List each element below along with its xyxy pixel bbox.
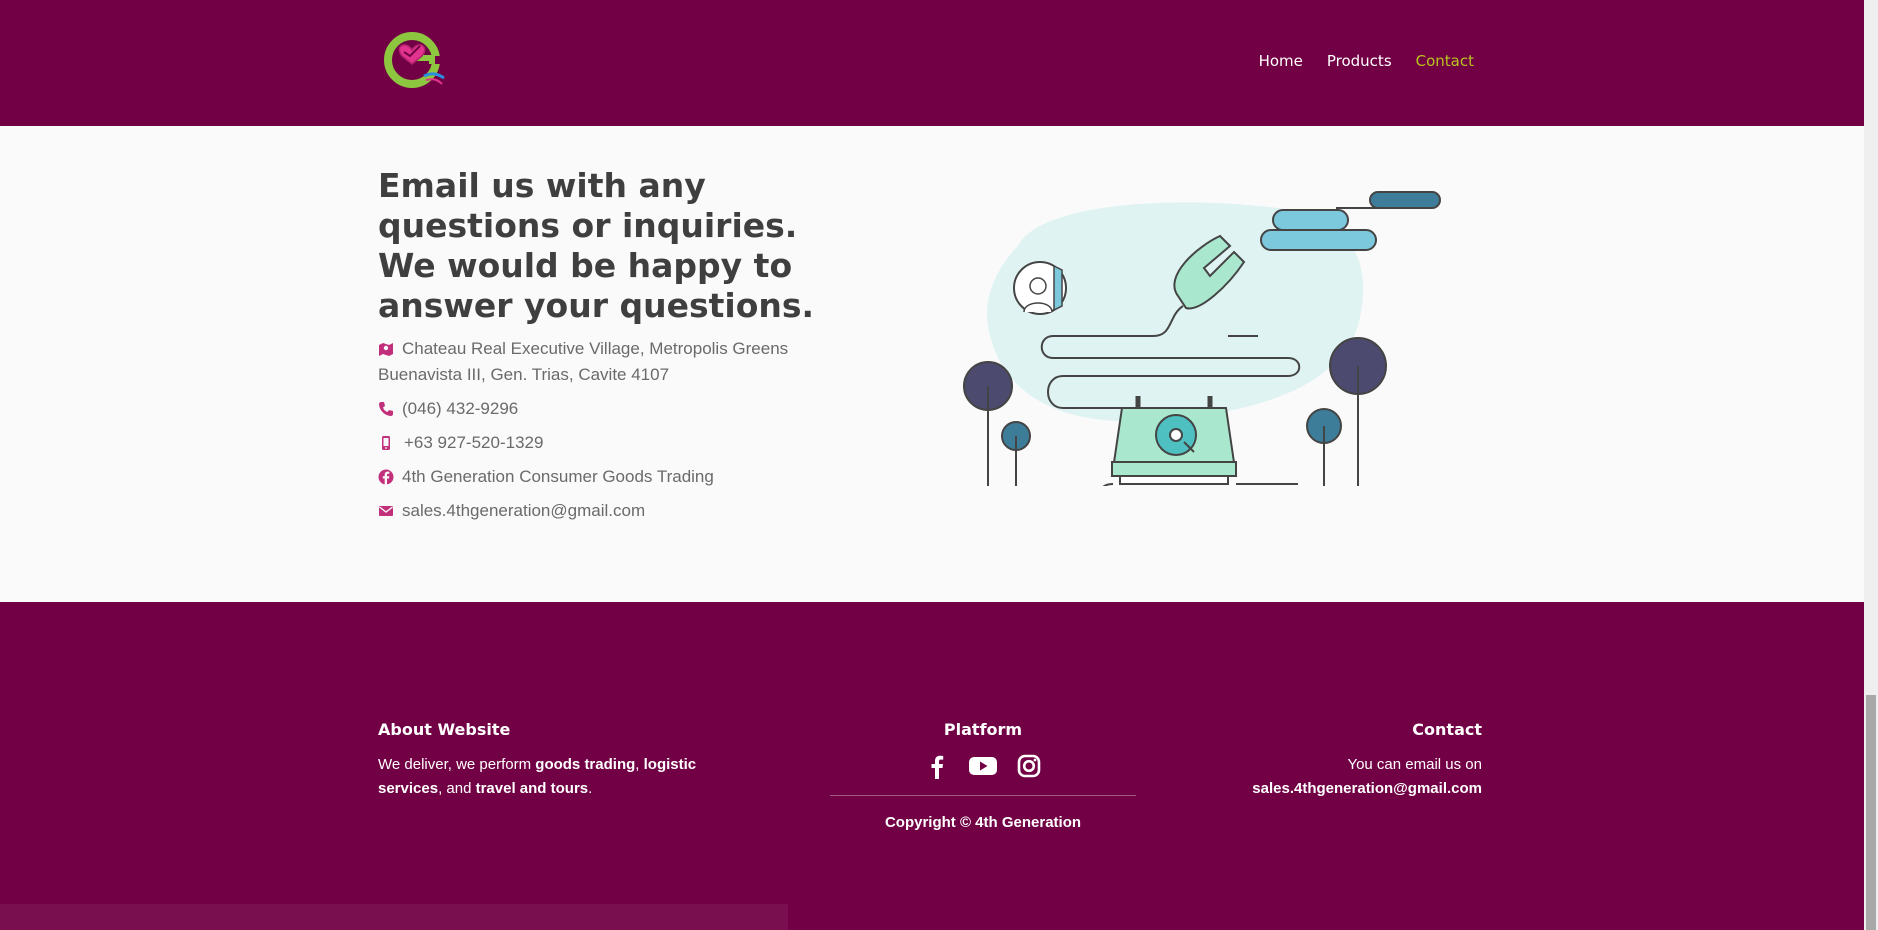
scrollbar-thumb[interactable] xyxy=(1866,695,1876,930)
main-nav: Home Products Contact xyxy=(1259,52,1474,70)
address-line-2: Buenavista III, Gen. Trias, Cavite 4107 xyxy=(378,365,670,384)
nav-products-link[interactable]: Products xyxy=(1327,52,1392,70)
envelope-icon xyxy=(379,506,393,516)
phone-illustration xyxy=(963,191,1441,486)
footer-platform: Platform Copyright © 4th Generation xyxy=(830,720,1136,831)
email-text[interactable]: sales.4thgeneration@gmail.com xyxy=(402,498,645,524)
email-item: sales.4thgeneration@gmail.com xyxy=(378,498,645,524)
social-links xyxy=(830,753,1136,779)
youtube-icon[interactable] xyxy=(968,753,998,779)
footer-divider xyxy=(830,795,1136,796)
mobile-icon xyxy=(382,436,390,450)
instagram-icon[interactable] xyxy=(1016,753,1042,779)
facebook-icon xyxy=(378,469,394,485)
footer-about-text: We deliver, we perform goods trading, lo… xyxy=(378,756,697,797)
phone-icon xyxy=(379,402,393,416)
contact-heading: Email us with any questions or inquiries… xyxy=(378,166,815,325)
page-scrollbar[interactable] xyxy=(1864,0,1878,930)
footer-about-title: About Website xyxy=(378,720,511,739)
phone-text[interactable]: (046) 432-9296 xyxy=(402,396,518,422)
mobile-item: +63 927-520-1329 xyxy=(378,430,543,456)
address-item: Chateau Real Executive Village, Metropol… xyxy=(378,336,788,388)
address-line-1: Chateau Real Executive Village, Metropol… xyxy=(402,339,789,358)
contact-section: Email us with any questions or inquiries… xyxy=(0,126,1864,602)
facebook-icon[interactable] xyxy=(924,753,950,779)
nav-contact-link[interactable]: Contact xyxy=(1416,52,1474,70)
bottom-overlay-bar xyxy=(0,904,788,930)
company-logo[interactable] xyxy=(380,28,448,90)
facebook-text[interactable]: 4th Generation Consumer Goods Trading xyxy=(402,464,714,490)
facebook-item: 4th Generation Consumer Goods Trading xyxy=(378,464,714,490)
phone-item: (046) 432-9296 xyxy=(378,396,518,422)
mobile-text[interactable]: +63 927-520-1329 xyxy=(404,430,543,456)
footer-about: About Website We deliver, we perform goo… xyxy=(378,720,708,801)
site-header: Home Products Contact xyxy=(0,0,1864,126)
map-marker-icon xyxy=(379,343,393,356)
footer-contact-title: Contact xyxy=(1412,720,1482,739)
footer-contact: Contact You can email us on sales.4thgen… xyxy=(1222,720,1482,801)
footer-contact-email[interactable]: sales.4thgeneration@gmail.com xyxy=(1222,777,1482,801)
footer-contact-text: You can email us on xyxy=(1347,756,1482,773)
nav-home-link[interactable]: Home xyxy=(1259,52,1303,70)
site-footer: About Website We deliver, we perform goo… xyxy=(0,602,1864,930)
copyright-text: Copyright © 4th Generation xyxy=(884,814,1082,831)
footer-platform-title: Platform xyxy=(943,720,1023,739)
